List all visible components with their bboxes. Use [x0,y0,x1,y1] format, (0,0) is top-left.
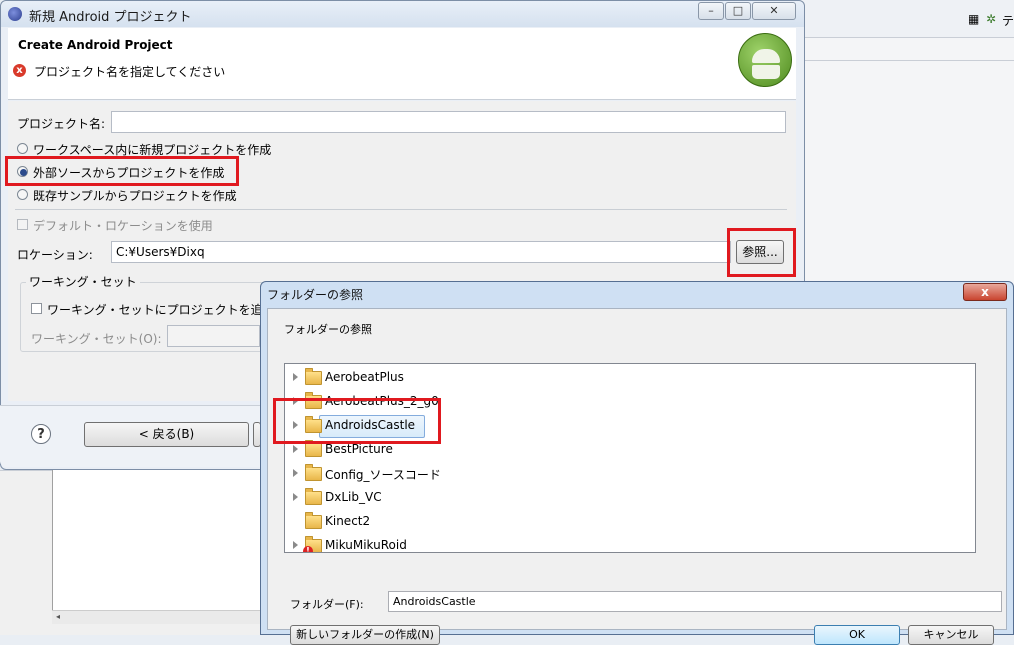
folder-icon [305,368,322,385]
location-input[interactable]: C:¥Users¥Dixq [111,241,731,263]
project-name-input[interactable] [111,111,786,133]
ide-editor-area [52,470,260,620]
folder-dialog-titlebar[interactable]: フォルダーの参照 x [261,282,1013,306]
tree-item-label: AerobeatPlus [325,370,404,384]
folder-icon [305,440,322,457]
separator [15,209,787,210]
expand-arrow-icon[interactable] [293,493,298,501]
working-set-field-label: ワーキング・セット(O): [31,332,162,346]
expand-arrow-icon[interactable] [293,373,298,381]
error-icon: x [13,64,26,77]
tree-item-label: DxLib_VC [325,490,382,504]
ide-horizontal-scrollbar[interactable]: ◂ [52,610,260,624]
close-button[interactable]: ✕ [752,2,796,20]
ide-divider [800,60,1014,61]
radio-new-project[interactable] [17,143,28,154]
maximize-button[interactable]: □ [725,2,751,20]
working-set-combo[interactable] [167,325,260,347]
add-to-working-set-label: ワーキング・セットにプロジェクトを追 [47,303,263,317]
ide-toolbar-label[interactable]: テ [1002,12,1014,29]
tree-item[interactable]: Config_ソースコード [285,462,965,486]
error-badge-icon: ! [303,546,313,552]
ide-toolbar: ▦ ✲ テ [800,0,1014,38]
tree-item[interactable]: ! MikuMikuRoid [285,534,965,552]
add-to-working-set-checkbox[interactable] [31,303,42,314]
expand-arrow-icon[interactable] [293,445,298,453]
tree-item-label: BestPicture [325,442,393,456]
folder-icon [305,488,322,505]
highlight-box-androidscastle [273,398,441,444]
dialog-titlebar[interactable]: 新規 Android プロジェクト – □ ✕ [1,1,804,27]
folder-icon [305,464,322,481]
use-default-location-checkbox[interactable] [17,219,28,230]
android-logo-icon [738,33,792,87]
expand-arrow-icon[interactable] [293,541,298,549]
dialog-title: 新規 Android プロジェクト [29,10,192,25]
folder-icon [305,512,322,529]
folder-dialog-title: フォルダーの参照 [267,288,364,302]
help-icon[interactable]: ? [31,424,51,444]
working-set-group-title: ワーキング・セット [26,273,140,290]
wizard-error-message: プロジェクト名を指定してください [34,65,226,79]
tree-item-label: MikuMikuRoid [325,538,407,552]
radio-existing-sample[interactable] [17,189,28,200]
tree-item-label: Config_ソースコード [325,468,441,482]
location-label: ロケーション: [17,248,93,262]
tree-item-label: Kinect2 [325,514,371,528]
folder-tree[interactable]: AerobeatPlus AerobeatPlus_2_g0 AndroidsC… [284,363,976,553]
debug-icon[interactable]: ✲ [986,12,996,26]
folder-dialog-prompt: フォルダーの参照 [284,323,372,336]
tree-item[interactable]: DxLib_VC [285,486,965,510]
scroll-left-icon[interactable]: ◂ [56,612,60,621]
folder-dialog-close-button[interactable]: x [963,283,1007,301]
expand-arrow-icon[interactable] [293,469,298,477]
use-default-location-label: デフォルト・ロケーションを使用 [33,219,213,233]
highlight-box-external-source [5,156,239,186]
minimize-button[interactable]: – [698,2,724,20]
folder-dialog-client: フォルダーの参照 AerobeatPlus AerobeatPlus_2_g0 … [267,308,1007,645]
folder-field-input[interactable]: AndroidsCastle [388,591,1002,612]
eclipse-icon [8,7,22,21]
folder-field-label: フォルダー(F): [290,598,364,611]
back-button[interactable]: < 戻る(B) [84,422,249,447]
cancel-button[interactable]: キャンセル [908,625,994,645]
new-folder-button[interactable]: 新しいフォルダーの作成(N) [290,625,440,645]
wizard-title: Create Android Project [18,38,173,52]
radio-existing-sample-label[interactable]: 既存サンプルからプロジェクトを作成 [33,187,237,204]
highlight-box-browse [727,228,796,277]
project-name-label: プロジェクト名: [17,117,106,131]
browse-folder-dialog: フォルダーの参照 x フォルダーの参照 AerobeatPlus Aerobea… [260,281,1014,645]
perspective-icon[interactable]: ▦ [968,12,979,26]
tree-item[interactable]: AerobeatPlus [285,366,965,390]
ok-button[interactable]: OK [814,625,900,645]
tree-item[interactable]: Kinect2 [285,510,965,534]
